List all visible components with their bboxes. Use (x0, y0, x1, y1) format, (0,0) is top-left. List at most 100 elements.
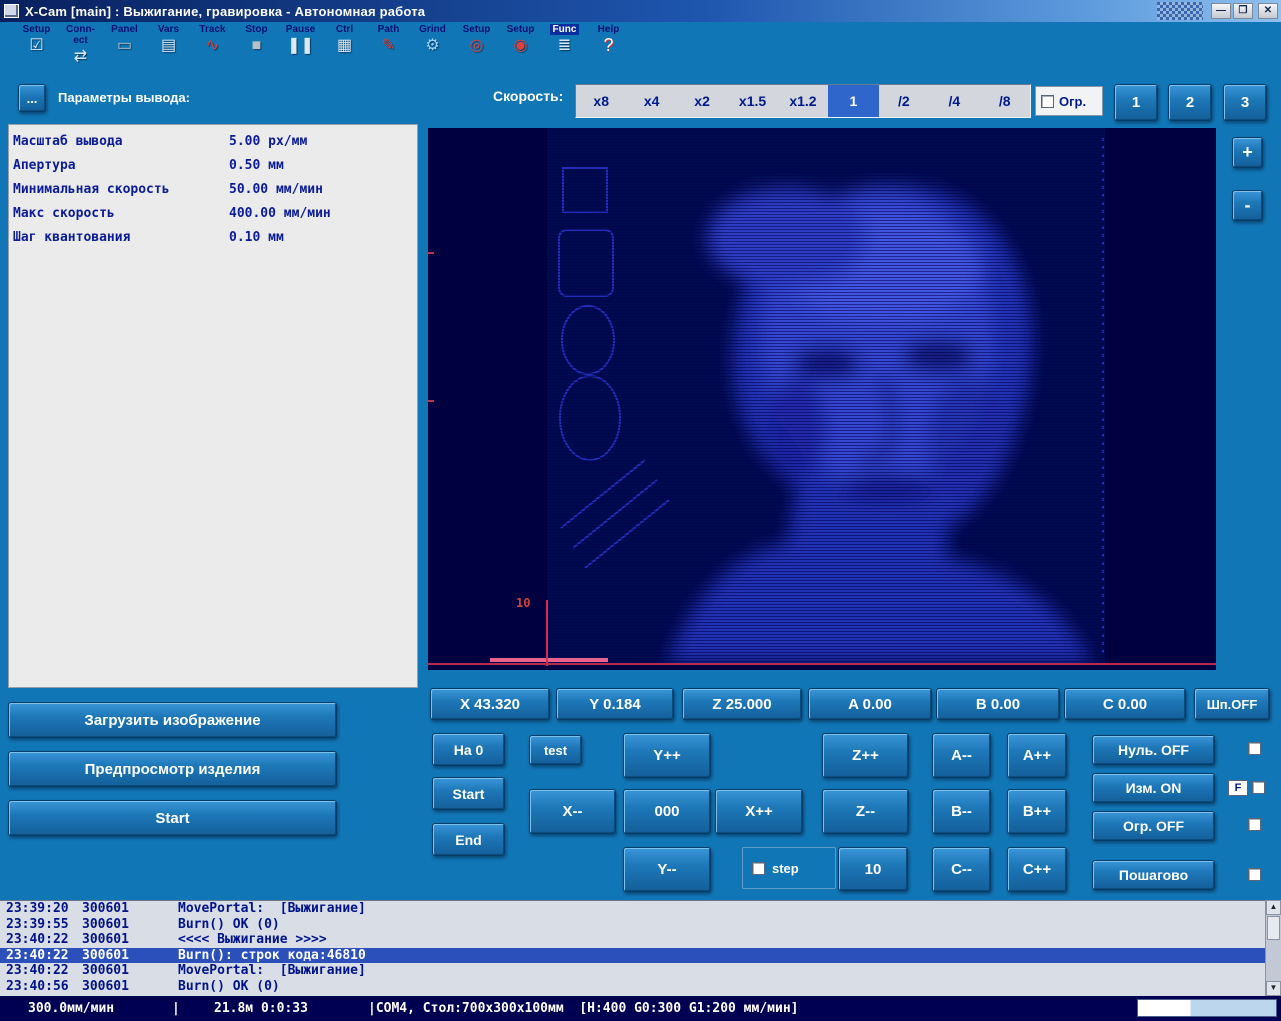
toolbar-stop-button[interactable]: Stop ■ (236, 24, 277, 55)
axis-readout-y[interactable]: Y 0.184 (556, 688, 674, 720)
load-image-button[interactable]: Загрузить изображение (8, 702, 337, 738)
stepwise-button[interactable]: Пошагово (1092, 860, 1215, 890)
preset-button-1[interactable]: 1 (1114, 84, 1158, 121)
axis-readout-a[interactable]: A 0.00 (808, 688, 932, 720)
log-row-selected[interactable]: 23:40:22 300601 Burn(): строк кода:46810 (0, 947, 1281, 963)
maximize-button[interactable]: ❐ (1233, 3, 1253, 19)
toolbar-path-button[interactable]: Path ✎ (368, 24, 409, 55)
jog-b-minus-button[interactable]: B-- (932, 789, 991, 834)
status-job-progress: 21.8м 0:0:33 (214, 1001, 308, 1016)
jog-start-button[interactable]: Start (432, 777, 505, 810)
axis-readout-x[interactable]: X 43.320 (430, 688, 550, 720)
go-to-zero-button[interactable]: На 0 (432, 733, 505, 766)
jog-zero-button[interactable]: 000 (623, 789, 711, 834)
measure-on-button[interactable]: Изм. ON (1092, 773, 1215, 803)
step-label: step (772, 860, 799, 876)
step-value-button[interactable]: 10 (838, 847, 908, 891)
log-row[interactable]: 23:40:56 300601 Burn() OK (0) (0, 979, 1281, 995)
jog-c-minus-button[interactable]: C-- (932, 847, 991, 892)
jog-b-plus-button[interactable]: B++ (1007, 789, 1067, 834)
axis-readout-b[interactable]: B 0.00 (936, 688, 1060, 720)
jog-a-minus-button[interactable]: A-- (932, 733, 991, 778)
toolbar-track-button[interactable]: Track ∿ (192, 24, 233, 55)
toolbar-setup-button[interactable]: Setup ☑ (16, 24, 57, 55)
speed-option-x2[interactable]: x2 (677, 85, 727, 117)
toolbar-func-button[interactable]: Func ≣ (544, 24, 585, 55)
track-waveform-icon: ∿ (205, 37, 220, 54)
speed-limit-checkbox[interactable] (1041, 94, 1054, 108)
jog-x-minus-button[interactable]: X-- (529, 789, 616, 834)
speed-label: Скорость: (493, 88, 564, 104)
titlebar-decoration (1157, 2, 1203, 20)
toolbar-grind-button[interactable]: Grind ⚙ (412, 24, 453, 55)
toolbar-setup3-button[interactable]: Setup ◉ (500, 24, 541, 55)
toolbar-ctrl-button[interactable]: Ctrl ▦ (324, 24, 365, 55)
null-off-button[interactable]: Нуль. OFF (1092, 735, 1215, 765)
jog-z-minus-button[interactable]: Z-- (822, 789, 909, 834)
speed-option-1-selected[interactable]: 1 (828, 85, 879, 117)
app-icon (4, 4, 19, 18)
log-scrollbar[interactable]: ▲ ▼ (1265, 900, 1281, 996)
log-row[interactable]: 23:40:22 300601 MovePortal: [Выжигание] (0, 963, 1281, 979)
toolbar-help-button[interactable]: Help? (588, 24, 629, 55)
toolbar: Setup ☑ Conn-ect ⇄ Panel ▭ Vars ▤ Track ∿ Sto… (0, 24, 1281, 68)
speed-option-x8[interactable]: x8 (576, 85, 626, 117)
app-window: X-Cam [main] : Выжигание, гравировка - А… (0, 0, 1281, 1021)
step-checkbox[interactable] (752, 861, 765, 875)
log-row[interactable]: 23:39:55 300601 Burn() OK (0) (0, 917, 1281, 933)
measure-on-checkbox[interactable] (1252, 781, 1265, 794)
jog-x-plus-button[interactable]: X++ (715, 789, 803, 834)
speed-option-x1-2[interactable]: x1.2 (778, 85, 828, 117)
jog-end-button[interactable]: End (432, 823, 505, 856)
start-job-button[interactable]: Start (8, 800, 337, 836)
test-button[interactable]: test (529, 735, 582, 765)
param-row: Минимальная скорость 50.00 мм/мин (13, 181, 323, 197)
limit-off-checkbox[interactable] (1248, 818, 1261, 831)
panel-icon: ▭ (116, 37, 133, 54)
progress-segment (490, 658, 608, 662)
axis-readout-c[interactable]: C 0.00 (1064, 688, 1186, 720)
speed-option-div4[interactable]: /4 (929, 85, 979, 117)
toolbar-setup2-button[interactable]: Setup ◎ (456, 24, 497, 55)
jog-y-plus-button[interactable]: Y++ (623, 733, 711, 778)
f-indicator: F (1228, 780, 1248, 796)
toolbar-pause-button[interactable]: Pause ❚❚ (280, 24, 321, 55)
spindle-toggle-button[interactable]: Шп.OFF (1194, 688, 1270, 720)
axis-readout-z[interactable]: Z 25.000 (682, 688, 802, 720)
stepwise-checkbox[interactable] (1248, 868, 1261, 881)
connect-icon: ⇄ (73, 48, 88, 65)
speed-option-x4[interactable]: x4 (626, 85, 676, 117)
preset-button-3[interactable]: 3 (1223, 84, 1267, 121)
jog-y-minus-button[interactable]: Y-- (623, 847, 711, 892)
setup-disc-icon: ◎ (469, 37, 484, 54)
speed-limit-label: Огр. (1059, 93, 1087, 109)
speed-option-div2[interactable]: /2 (879, 85, 929, 117)
limit-off-button[interactable]: Огр. OFF (1092, 811, 1215, 841)
null-off-checkbox[interactable] (1248, 742, 1261, 755)
scroll-up-arrow-icon[interactable]: ▲ (1266, 900, 1281, 915)
zoom-out-button[interactable]: - (1232, 190, 1263, 221)
log-row[interactable]: 23:40:22 300601 <<<< Выжигание >>>> (0, 932, 1281, 948)
toolbar-panel-button[interactable]: Panel ▭ (104, 24, 145, 55)
preset-button-2[interactable]: 2 (1168, 84, 1212, 121)
toolbar-vars-button[interactable]: Vars ▤ (148, 24, 189, 55)
speed-option-x1-5[interactable]: x1.5 (727, 85, 777, 117)
path-pen-icon: ✎ (381, 37, 396, 54)
ruler-tick (428, 252, 434, 254)
close-button[interactable]: ✕ (1258, 3, 1278, 19)
log-row[interactable]: 23:39:20 300601 MovePortal: [Выжигание] (0, 901, 1281, 917)
preview-product-button[interactable]: Предпросмотр изделия (8, 751, 337, 787)
param-row: Шаг квантования 0.10 мм (13, 229, 284, 245)
jog-c-plus-button[interactable]: C++ (1007, 847, 1067, 892)
jog-a-plus-button[interactable]: A++ (1007, 733, 1067, 778)
setup-disc2-icon: ◉ (513, 37, 528, 54)
zoom-in-button[interactable]: + (1232, 137, 1263, 168)
scrollbar-thumb[interactable] (1267, 916, 1280, 940)
minimize-button[interactable]: — (1211, 3, 1231, 19)
toolbar-connect-button[interactable]: Conn-ect ⇄ (60, 24, 101, 66)
more-params-button[interactable]: ... (18, 84, 46, 112)
jog-z-plus-button[interactable]: Z++ (822, 733, 909, 778)
scroll-down-arrow-icon[interactable]: ▼ (1266, 981, 1281, 996)
speed-option-div8[interactable]: /8 (980, 85, 1030, 117)
engraving-preview-canvas[interactable]: 10 (428, 128, 1216, 670)
